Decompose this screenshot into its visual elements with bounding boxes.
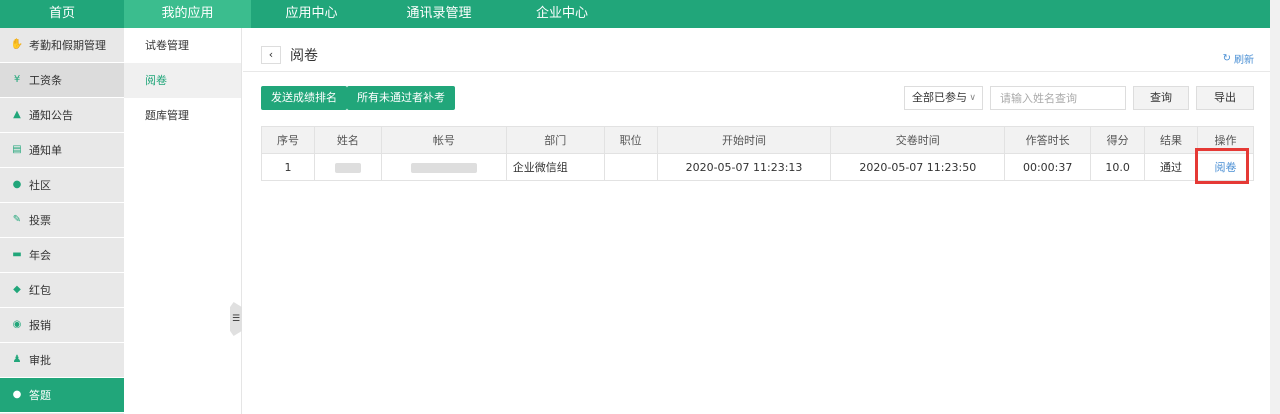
- sidebar-item-notice-form[interactable]: ▤ 通知单: [0, 133, 124, 168]
- table-row: 1 企业微信组 2020-05-07 11:23:13 2020-05-07 1…: [261, 153, 1254, 181]
- sidebar-item-label: 社区: [29, 179, 51, 192]
- page-title: 阅卷: [290, 48, 318, 64]
- chevron-left-icon: ‹: [268, 48, 274, 61]
- sidebar-item-label: 报销: [29, 319, 51, 332]
- col-header: 开始时间: [656, 126, 832, 154]
- table-header-row: 序号 姓名 帐号 部门 职位 开始时间 交卷时间 作答时长 得分 结果 操作: [261, 126, 1254, 154]
- stamp-icon: ♟: [12, 354, 22, 365]
- sidebar-item-label: 工资条: [29, 74, 62, 87]
- send-rank-button[interactable]: 发送成绩排名: [261, 86, 347, 110]
- sidebar-item-notice[interactable]: ▲ 通知公告: [0, 98, 124, 133]
- cell-name-redacted: [313, 153, 382, 181]
- top-nav: 首页 我的应用 应用中心 通讯录管理 企业中心: [0, 0, 1270, 28]
- refresh-icon: ↻: [1222, 53, 1231, 64]
- cell-result: 通过: [1144, 153, 1199, 181]
- main-content: ‹ 阅卷 ↻ 刷新 发送成绩排名 所有未通过者补考 全部已参与 ∨ 查询 导出 …: [243, 28, 1270, 414]
- yen-icon: ◉: [12, 319, 22, 330]
- col-header: 结果: [1144, 126, 1199, 154]
- cell-start-time: 2020-05-07 11:23:13: [656, 153, 832, 181]
- redpacket-icon: ◆: [13, 284, 21, 295]
- money-icon: ¥: [13, 74, 21, 85]
- hand-icon: ✋: [10, 39, 24, 50]
- chevron-down-icon: ∨: [969, 93, 976, 103]
- ticket-icon: ▬: [12, 249, 22, 260]
- col-header: 序号: [261, 126, 315, 154]
- app-sidebar: ✋ 考勤和假期管理 ¥ 工资条 ▲ 通知公告 ▤ 通知单 ● 社区 ✎ 投票 ▬ 年会 ◆ 红包…: [0, 28, 124, 414]
- cell-duration: 00:00:37: [1004, 153, 1092, 181]
- submenu-item-grading[interactable]: 阅卷: [124, 63, 241, 98]
- submenu-item-question-bank[interactable]: 题库管理: [124, 98, 241, 133]
- sidebar-item-label: 通知公告: [29, 109, 73, 122]
- quiz-icon: ●: [12, 389, 22, 400]
- sidebar-item-label: 考勤和假期管理: [29, 39, 106, 52]
- collapse-handle[interactable]: ☰: [230, 302, 242, 336]
- sidebar-item-annual-party[interactable]: ▬ 年会: [0, 238, 124, 273]
- sidebar-item-payslip[interactable]: ¥ 工资条: [0, 63, 124, 98]
- cell-position: [603, 153, 658, 181]
- cell-submit-time: 2020-05-07 11:23:50: [830, 153, 1006, 181]
- col-header: 操作: [1197, 126, 1254, 154]
- export-button[interactable]: 导出: [1196, 86, 1254, 110]
- sidebar-item-label: 通知单: [29, 144, 62, 157]
- cell-score: 10.0: [1090, 153, 1146, 181]
- sidebar-item-label: 答题: [29, 389, 51, 402]
- col-header: 作答时长: [1004, 126, 1092, 154]
- redacted-account: [410, 162, 477, 173]
- back-button[interactable]: ‹: [261, 46, 281, 64]
- query-button[interactable]: 查询: [1133, 86, 1189, 110]
- tab-my-apps[interactable]: 我的应用: [124, 0, 251, 28]
- tab-home[interactable]: 首页: [0, 0, 124, 28]
- sidebar-item-redpacket[interactable]: ◆ 红包: [0, 273, 124, 308]
- col-header: 姓名: [313, 126, 382, 154]
- tab-enterprise[interactable]: 企业中心: [506, 0, 618, 28]
- col-header: 职位: [603, 126, 658, 154]
- redacted-name: [334, 162, 361, 173]
- cell-action: 阅卷: [1197, 153, 1254, 181]
- sidebar-item-label: 投票: [29, 214, 51, 227]
- col-header: 部门: [505, 126, 605, 154]
- sidebar-item-community[interactable]: ● 社区: [0, 168, 124, 203]
- vote-icon: ✎: [12, 214, 22, 225]
- grading-table: 序号 姓名 帐号 部门 职位 开始时间 交卷时间 作答时长 得分 结果 操作 1…: [261, 126, 1254, 181]
- sidebar-item-quiz[interactable]: ● 答题: [0, 378, 124, 413]
- col-header: 交卷时间: [830, 126, 1006, 154]
- filter-value: 全部已参与: [912, 91, 967, 104]
- tab-contacts[interactable]: 通讯录管理: [372, 0, 506, 28]
- sidebar-item-label: 红包: [29, 284, 51, 297]
- sidebar-item-label: 年会: [29, 249, 51, 262]
- makeup-exam-button[interactable]: 所有未通过者补考: [347, 86, 455, 110]
- cell-department: 企业微信组: [505, 153, 605, 181]
- bell-icon: ▲: [13, 109, 21, 120]
- chat-icon: ●: [12, 179, 22, 190]
- refresh-label: 刷新: [1234, 55, 1254, 66]
- page-header: ‹ 阅卷 ↻ 刷新: [243, 28, 1270, 72]
- col-header: 得分: [1090, 126, 1146, 154]
- quiz-submenu: 试卷管理 阅卷 题库管理: [124, 28, 242, 414]
- tab-app-center[interactable]: 应用中心: [251, 0, 372, 28]
- sidebar-item-attendance[interactable]: ✋ 考勤和假期管理: [0, 28, 124, 63]
- sidebar-item-approval[interactable]: ♟ 审批: [0, 343, 124, 378]
- sidebar-item-label: 审批: [29, 354, 51, 367]
- list-icon: ▤: [12, 144, 22, 155]
- sidebar-item-reimburse[interactable]: ◉ 报销: [0, 308, 124, 343]
- grade-paper-link[interactable]: 阅卷: [1215, 161, 1237, 174]
- sidebar-item-vote[interactable]: ✎ 投票: [0, 203, 124, 238]
- cell-index: 1: [261, 153, 315, 181]
- cell-account-redacted: [380, 153, 507, 181]
- page-scrollbar[interactable]: [1270, 0, 1280, 414]
- menu-lines-icon: ☰: [231, 314, 241, 324]
- refresh-button[interactable]: ↻ 刷新: [1223, 51, 1254, 66]
- participation-filter-select[interactable]: 全部已参与 ∨: [904, 86, 983, 110]
- col-header: 帐号: [380, 126, 507, 154]
- name-search-input[interactable]: [990, 86, 1126, 110]
- submenu-item-papers[interactable]: 试卷管理: [124, 28, 241, 63]
